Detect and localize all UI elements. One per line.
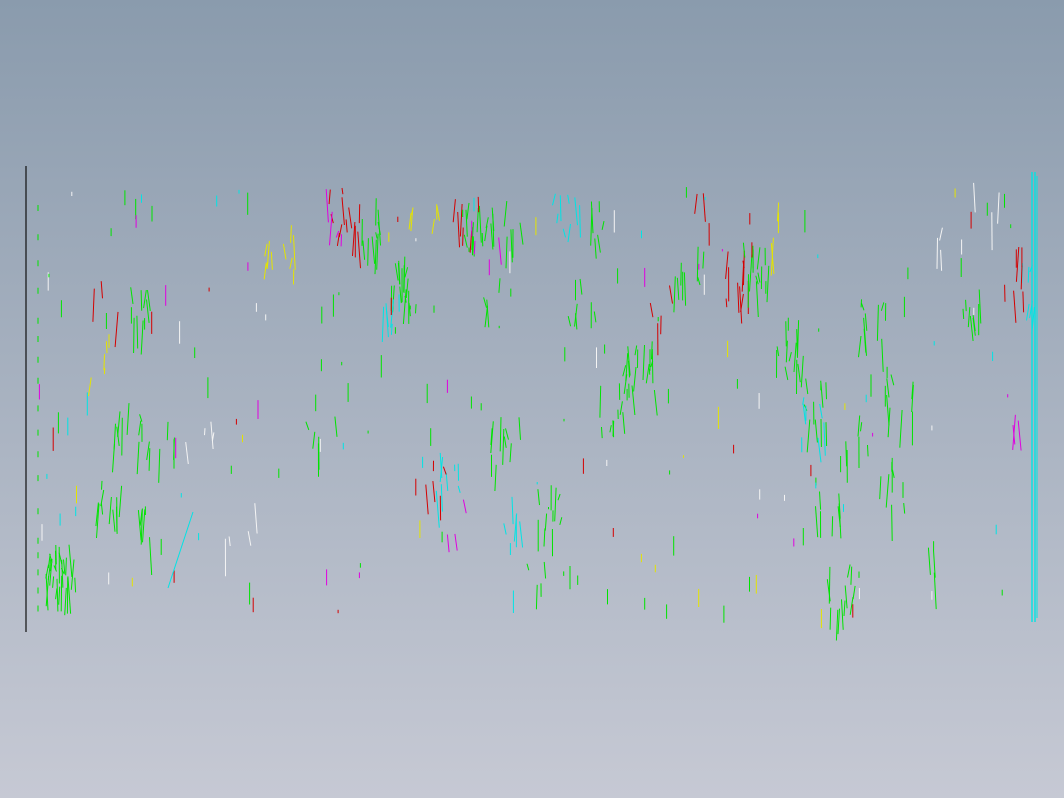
viewport-background: [0, 0, 1064, 798]
drawing-stroke: [1022, 291, 1025, 313]
drawing-stroke: [965, 299, 967, 312]
drawing-stroke: [867, 444, 869, 457]
drawing-stroke: [785, 321, 787, 347]
drawing-stroke: [831, 516, 834, 537]
drawing-stroke: [680, 262, 682, 286]
drawing-stroke: [725, 298, 728, 308]
drawing-stroke: [601, 426, 603, 439]
drawing-stroke: [367, 238, 369, 266]
drawing-stroke: [103, 354, 105, 371]
drawing-stroke: [559, 195, 562, 222]
drawing-stroke: [204, 428, 206, 436]
cad-viewport[interactable]: [0, 0, 1064, 798]
drawing-stroke: [462, 227, 464, 246]
drawing-stroke: [133, 317, 135, 354]
drawing-stroke: [65, 557, 67, 576]
drawing-stroke: [166, 421, 169, 441]
drawing-stroke: [140, 290, 143, 311]
drawing-stroke: [829, 607, 832, 630]
drawing-stroke: [415, 304, 417, 314]
drawing-stroke: [891, 504, 893, 542]
drawing-stroke: [477, 196, 480, 213]
drawing-stroke: [936, 237, 938, 269]
drawing-stroke: [105, 341, 108, 354]
drawing-stroke: [825, 422, 828, 447]
drawing-stroke: [962, 308, 965, 320]
drawing-stroke: [148, 448, 151, 471]
drawing-stroke: [651, 349, 654, 384]
drawing-stroke: [60, 575, 63, 612]
drawing-stroke: [612, 420, 615, 437]
drawing-stroke: [101, 480, 103, 490]
drawing-stroke: [473, 240, 476, 255]
drawing-stroke: [825, 382, 827, 400]
drawing-stroke: [121, 417, 123, 456]
drawing-stroke: [1027, 266, 1030, 283]
cad-drawing[interactable]: [0, 0, 1064, 798]
drawing-stroke: [375, 198, 377, 226]
drawing-stroke: [481, 232, 484, 247]
